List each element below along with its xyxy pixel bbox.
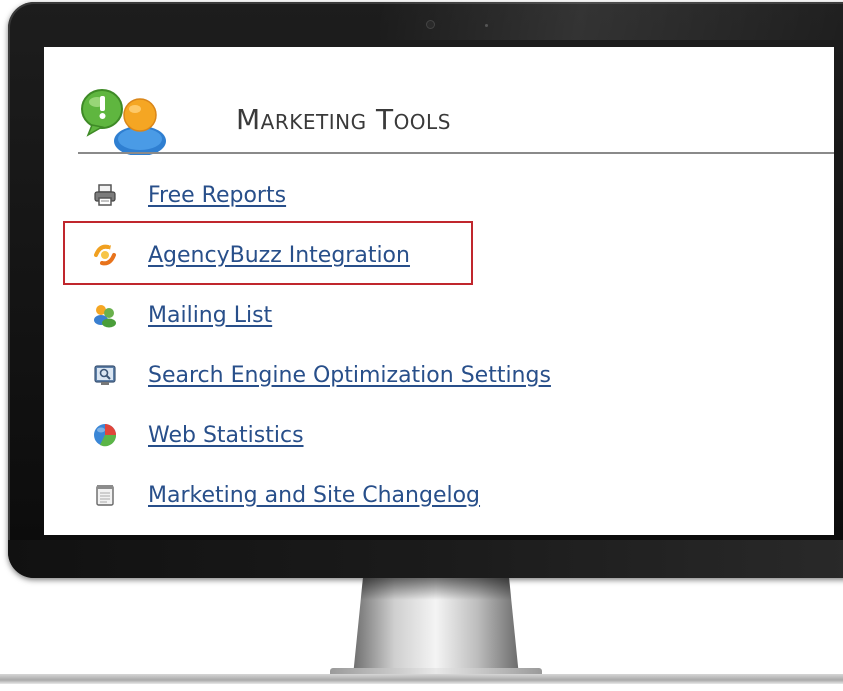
screen: Marketing Tools Free Reports AgencyBuzz …: [44, 47, 834, 535]
monitor-mockup: Marketing Tools Free Reports AgencyBuzz …: [0, 0, 843, 691]
marketing-tools-icon: [81, 89, 166, 155]
agencybuzz-icon: [94, 244, 116, 266]
menu-item-free-reports: Free Reports: [92, 165, 812, 225]
menu-item-agencybuzz: AgencyBuzz Integration: [92, 225, 812, 285]
bezel-sheen: [380, 0, 843, 40]
web-statistics-link[interactable]: Web Statistics: [148, 423, 304, 448]
page-title: Marketing Tools: [236, 103, 451, 136]
changelog-link[interactable]: Marketing and Site Changelog: [148, 483, 480, 508]
menu-item-seo-settings: Search Engine Optimization Settings: [92, 345, 812, 405]
webcam-icon: [426, 20, 435, 29]
users-icon: [94, 305, 116, 328]
notepad-icon: [96, 485, 114, 506]
printer-icon: [94, 184, 116, 206]
sensor-dot: [485, 24, 488, 27]
agencybuzz-integration-link[interactable]: AgencyBuzz Integration: [148, 243, 410, 268]
bezel-chin: [8, 540, 843, 578]
seo-monitor-icon: [94, 365, 116, 385]
monitor-stand-base: [0, 674, 843, 684]
page-header: Marketing Tools: [78, 73, 834, 155]
pie-chart-icon: [94, 424, 117, 447]
mailing-list-link[interactable]: Mailing List: [148, 303, 272, 328]
menu-item-web-statistics: Web Statistics: [92, 405, 812, 465]
menu-item-changelog: Marketing and Site Changelog: [92, 465, 812, 525]
header-divider: [78, 152, 834, 154]
marketing-tools-menu: Free Reports AgencyBuzz Integration Mail…: [92, 165, 812, 525]
stand-shadow: [360, 578, 512, 600]
free-reports-link[interactable]: Free Reports: [148, 183, 286, 208]
menu-item-mailing-list: Mailing List: [92, 285, 812, 345]
seo-settings-link[interactable]: Search Engine Optimization Settings: [148, 363, 551, 388]
